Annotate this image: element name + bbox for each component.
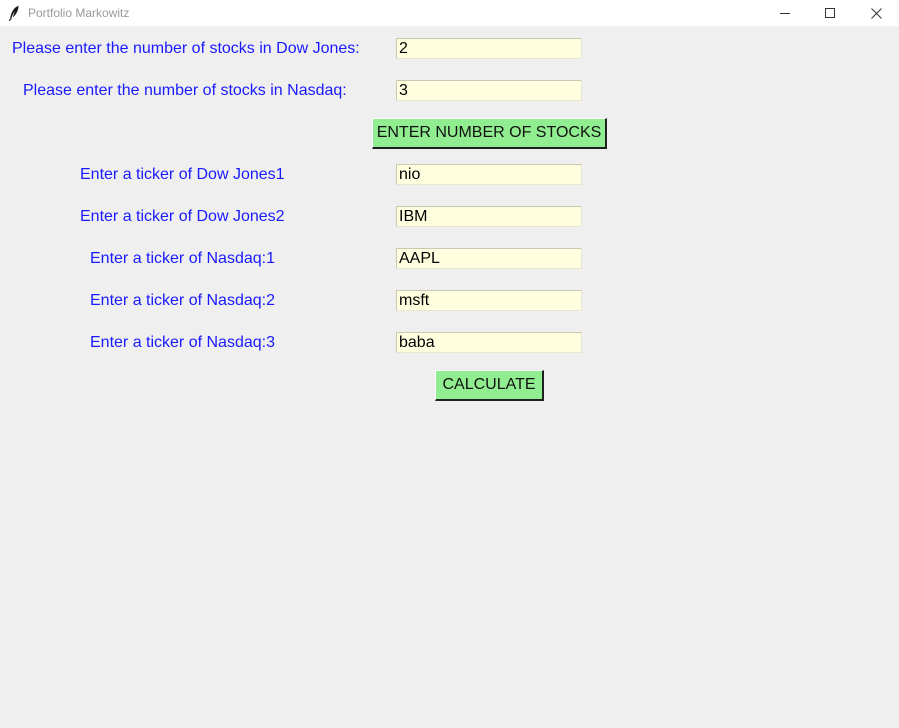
nasdaq-ticker-3-input[interactable] <box>396 332 582 353</box>
maximize-icon <box>825 8 835 18</box>
maximize-button[interactable] <box>807 0 853 26</box>
title-bar: Portfolio Markowitz <box>0 0 899 26</box>
dow-ticker-2-input[interactable] <box>396 206 582 227</box>
feather-icon <box>8 5 20 22</box>
dow-ticker-1-input[interactable] <box>396 164 582 185</box>
dow-count-input[interactable] <box>396 38 582 59</box>
minimize-icon <box>780 8 790 18</box>
minimize-button[interactable] <box>762 0 808 26</box>
nasdaq-ticker-1-input[interactable] <box>396 248 582 269</box>
nasdaq-count-input[interactable] <box>396 80 582 101</box>
dow-ticker-2-label: Enter a ticker of Dow Jones2 <box>80 208 285 225</box>
nasdaq-ticker-1-label: Enter a ticker of Nasdaq:1 <box>90 250 275 267</box>
nasdaq-ticker-2-input[interactable] <box>396 290 582 311</box>
calculate-button[interactable]: CALCULATE <box>435 370 544 401</box>
window-title: Portfolio Markowitz <box>28 6 130 20</box>
nasdaq-ticker-2-label: Enter a ticker of Nasdaq:2 <box>90 292 275 309</box>
close-button[interactable] <box>853 0 899 26</box>
nasdaq-ticker-3-label: Enter a ticker of Nasdaq:3 <box>90 334 275 351</box>
dow-ticker-1-label: Enter a ticker of Dow Jones1 <box>80 166 285 183</box>
close-icon <box>870 7 882 19</box>
dow-count-label: Please enter the number of stocks in Dow… <box>12 40 360 57</box>
enter-number-of-stocks-button[interactable]: ENTER NUMBER OF STOCKS <box>372 118 607 149</box>
nasdaq-count-label: Please enter the number of stocks in Nas… <box>23 82 347 99</box>
